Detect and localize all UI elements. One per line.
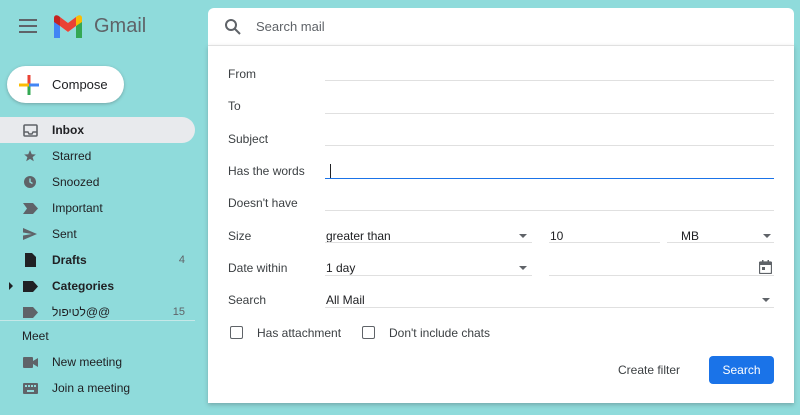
date-within-value: 1 day xyxy=(326,261,356,275)
meet-join-meeting[interactable]: Join a meeting xyxy=(0,375,195,401)
compose-label: Compose xyxy=(52,77,108,92)
from-label: From xyxy=(228,67,256,81)
gmail-logo-icon[interactable] xyxy=(52,14,84,38)
advanced-search-panel: From To Subject Has the words Doesn't ha… xyxy=(208,45,794,403)
clock-icon xyxy=(22,174,38,190)
search-scope-label: Search xyxy=(228,293,267,307)
sidebar-item-count: 4 xyxy=(178,254,185,266)
date-within-underline xyxy=(325,275,532,276)
sidebar-item-label: Sent xyxy=(52,227,77,241)
subject-field[interactable] xyxy=(325,145,774,146)
sidebar-item-count: 15 xyxy=(172,306,185,318)
has-attachment-checkbox[interactable] xyxy=(230,326,243,339)
size-operator-underline xyxy=(325,242,532,243)
dropdown-caret-icon xyxy=(762,298,770,302)
send-icon xyxy=(22,226,38,242)
has-attachment-label: Has attachment xyxy=(257,326,342,340)
sidebar-item-label: Snoozed xyxy=(52,175,100,189)
search-scope-value: All Mail xyxy=(326,293,365,307)
calendar-icon[interactable] xyxy=(759,260,772,274)
expand-arrow-icon[interactable] xyxy=(9,282,13,290)
star-icon xyxy=(22,148,38,164)
search-scope-underline xyxy=(325,307,774,308)
search-icon[interactable] xyxy=(224,18,242,36)
videocam-icon xyxy=(22,354,38,370)
dropdown-caret-icon xyxy=(519,266,527,270)
from-field[interactable] xyxy=(325,80,774,81)
date-underline xyxy=(549,275,774,276)
sidebar-item-label: לטיפול@@ xyxy=(52,305,111,319)
meet-item-label: New meeting xyxy=(52,355,123,369)
keyboard-icon xyxy=(22,380,38,396)
subject-label: Subject xyxy=(228,132,269,146)
size-unit-underline xyxy=(667,242,774,243)
doesnt-have-label: Doesn't have xyxy=(228,196,298,210)
search-button[interactable]: Search xyxy=(709,356,774,384)
sidebar-item-sent[interactable]: Sent xyxy=(0,221,195,247)
draft-icon xyxy=(22,252,38,268)
meet-section-title: Meet xyxy=(22,329,49,343)
label-important-icon xyxy=(22,200,38,216)
sidebar-item-important[interactable]: Important xyxy=(0,195,195,221)
size-label: Size xyxy=(228,229,252,243)
size-operator-value: greater than xyxy=(326,229,391,243)
sidebar-item-label: Starred xyxy=(52,149,92,163)
create-filter-button[interactable]: Create filter xyxy=(612,359,686,381)
has-words-label: Has the words xyxy=(228,164,305,178)
sidebar-item-snoozed[interactable]: Snoozed xyxy=(0,169,195,195)
compose-button[interactable]: Compose xyxy=(7,66,124,103)
sidebar-item-inbox[interactable]: Inbox xyxy=(0,117,195,143)
sidebar-item-label-hebrew[interactable]: לטיפול@@ 15 xyxy=(0,299,195,325)
label-icon xyxy=(22,278,38,294)
size-value-underline xyxy=(549,242,660,243)
search-input[interactable] xyxy=(254,18,758,35)
hamburger-menu-icon xyxy=(19,19,37,33)
sidebar-item-categories[interactable]: Categories xyxy=(0,273,195,299)
has-words-field[interactable] xyxy=(325,178,774,179)
main-menu-button[interactable] xyxy=(12,12,44,40)
plus-icon xyxy=(19,74,39,95)
dropdown-caret-icon xyxy=(763,234,771,238)
sidebar-item-label: Drafts xyxy=(52,253,87,267)
to-label: To xyxy=(228,99,241,113)
meet-item-label: Join a meeting xyxy=(52,381,131,395)
sidebar-divider xyxy=(0,320,195,321)
sidebar-item-label: Inbox xyxy=(52,123,84,137)
text-cursor xyxy=(330,164,331,178)
dropdown-caret-icon xyxy=(519,234,527,238)
search-bar xyxy=(208,8,794,45)
sidebar-item-label: Categories xyxy=(52,279,115,293)
meet-new-meeting[interactable]: New meeting xyxy=(0,349,195,375)
to-field[interactable] xyxy=(325,113,774,114)
sidebar-item-drafts[interactable]: Drafts 4 xyxy=(0,247,195,273)
date-within-label: Date within xyxy=(228,261,288,275)
sidebar-item-starred[interactable]: Starred xyxy=(0,143,195,169)
label-icon xyxy=(22,304,38,320)
app-name: Gmail xyxy=(94,15,147,37)
size-value: 10 xyxy=(550,229,564,243)
inbox-icon xyxy=(22,122,38,138)
dont-include-chats-label: Don't include chats xyxy=(389,326,491,340)
sidebar-item-label: Important xyxy=(52,201,103,215)
dont-include-chats-checkbox[interactable] xyxy=(362,326,375,339)
size-unit-value: MB xyxy=(681,229,699,243)
doesnt-have-field[interactable] xyxy=(325,210,774,211)
